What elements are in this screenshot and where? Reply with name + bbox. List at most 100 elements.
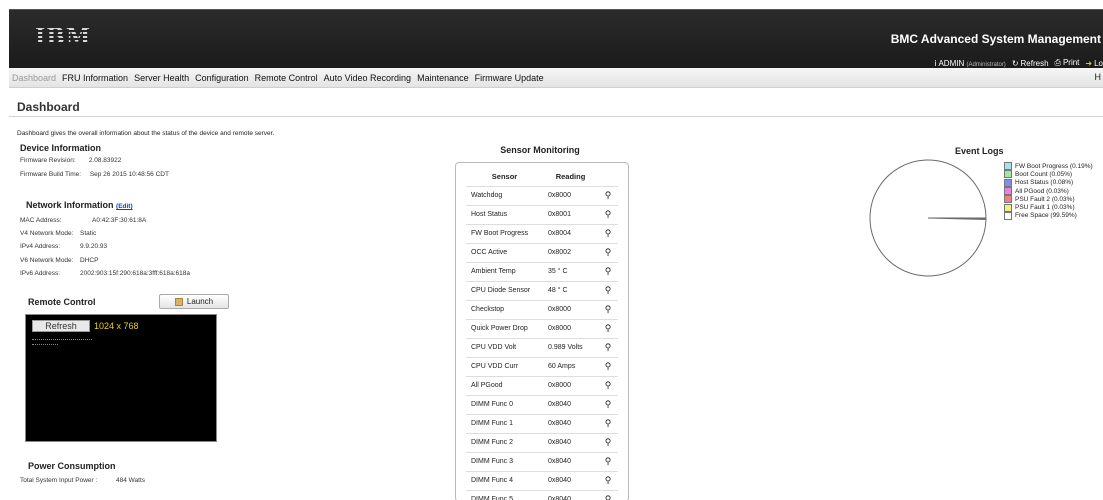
sensor-detail-magnifier-icon[interactable]: ⚲ bbox=[598, 299, 618, 319]
sensor-row: Watchdog 0x8000 ⚲ bbox=[466, 185, 618, 205]
sensor-reading: 60 Amps bbox=[543, 356, 598, 376]
ibm-logo: IBM bbox=[35, 24, 92, 50]
sensor-detail-magnifier-icon[interactable]: ⚲ bbox=[598, 223, 618, 243]
sensor-detail-magnifier-icon[interactable]: ⚲ bbox=[598, 413, 618, 433]
sensor-detail-magnifier-icon[interactable]: ⚲ bbox=[598, 394, 618, 414]
console-resolution: 1024 x 768 bbox=[94, 321, 139, 331]
power-value: 484 Watts bbox=[116, 477, 146, 484]
sensor-row: FW Boot Progress 0x8004 ⚲ bbox=[466, 223, 618, 243]
sensor-name: DIMM Func 4 bbox=[466, 470, 543, 490]
network-heading-text: Network Information bbox=[26, 200, 114, 210]
sensor-detail-magnifier-icon[interactable]: ⚲ bbox=[598, 489, 618, 500]
sensor-table: Sensor Reading Watchdog 0x8000 ⚲ Host Statu… bbox=[466, 167, 618, 500]
nav-auto-video-recording[interactable]: Auto Video Recording bbox=[321, 73, 414, 83]
sensor-reading: 0x8040 bbox=[543, 413, 598, 433]
legend-item: FW Boot Progress (0.19%) bbox=[1004, 162, 1093, 171]
refresh-label: Refresh bbox=[1020, 58, 1049, 68]
sensor-reading: 0x8040 bbox=[543, 394, 598, 414]
sensor-reading: 0x8000 bbox=[543, 185, 598, 205]
sensor-name: OCC Active bbox=[466, 242, 543, 262]
sensor-name: Checkstop bbox=[466, 299, 543, 319]
ipv6-row: IPv6 Address: 2002:903:15f:290:618a:3fff:… bbox=[20, 270, 190, 277]
sensor-reading: 0x8000 bbox=[543, 375, 598, 395]
app-title: BMC Advanced System Management bbox=[890, 32, 1101, 46]
sensor-reading: 0x8001 bbox=[543, 204, 598, 224]
network-info-heading: Network Information (Edit) bbox=[26, 200, 133, 210]
legend-swatch bbox=[1004, 178, 1012, 187]
nav-maintenance[interactable]: Maintenance bbox=[414, 73, 472, 83]
sensor-reading: 48 ° C bbox=[543, 280, 598, 300]
sensor-detail-magnifier-icon[interactable]: ⚲ bbox=[598, 261, 618, 281]
sensor-row: DIMM Func 0 0x8040 ⚲ bbox=[466, 394, 618, 414]
sensor-detail-magnifier-icon[interactable]: ⚲ bbox=[598, 337, 618, 357]
console-text-line bbox=[32, 339, 92, 340]
sensor-reading: 0x8004 bbox=[543, 223, 598, 243]
event-log-legend: FW Boot Progress (0.19%) Boot Count (0.05… bbox=[1004, 162, 1093, 220]
logout-link[interactable]: ➜ Lo bbox=[1085, 59, 1103, 68]
sensor-row: DIMM Func 2 0x8040 ⚲ bbox=[466, 432, 618, 452]
nav-configuration[interactable]: Configuration bbox=[192, 73, 252, 83]
legend-label: Boot Count (0.05%) bbox=[1015, 170, 1073, 178]
sensor-row: CPU VDD Curr 60 Amps ⚲ bbox=[466, 356, 618, 376]
sensor-detail-magnifier-icon[interactable]: ⚲ bbox=[598, 204, 618, 224]
ipv4-label: IPv4 Address: bbox=[20, 243, 61, 250]
title-divider bbox=[9, 116, 1103, 117]
fw-build-time-row: Firmware Build Time: Sep 26 2015 10:48:5… bbox=[20, 171, 169, 178]
sensor-name: Ambient Temp bbox=[466, 261, 543, 281]
ipv6-label: IPv6 Address: bbox=[20, 270, 61, 277]
sensor-monitoring-heading: Sensor Monitoring bbox=[500, 145, 580, 155]
print-icon: ⎙ bbox=[1054, 58, 1061, 67]
legend-item: All PGood (0.03%) bbox=[1004, 187, 1093, 196]
fw-revision-row: Firmware Revision: 2.08.83922 bbox=[20, 157, 121, 164]
sensor-reading: 0x8000 bbox=[543, 318, 598, 338]
remote-control-heading: Remote Control bbox=[28, 297, 96, 307]
nav-fru-information[interactable]: FRU Information bbox=[59, 73, 131, 83]
remote-console-preview[interactable]: Refresh 1024 x 768 bbox=[25, 314, 217, 442]
user-icon: ⅰ bbox=[934, 58, 937, 68]
legend-label: FW Boot Progress (0.19%) bbox=[1015, 162, 1093, 170]
nav-server-health[interactable]: Server Health bbox=[131, 73, 192, 83]
legend-item: Boot Count (0.05%) bbox=[1004, 170, 1093, 179]
legend-item: Host Status (0.08%) bbox=[1004, 178, 1093, 187]
sensor-name: CPU Diode Sensor bbox=[466, 280, 543, 300]
launch-icon bbox=[174, 297, 183, 306]
sensor-row: DIMM Func 1 0x8040 ⚲ bbox=[466, 413, 618, 433]
sensor-reading: 0x8040 bbox=[543, 451, 598, 471]
nav-firmware-update[interactable]: Firmware Update bbox=[472, 73, 547, 83]
sensor-detail-magnifier-icon[interactable]: ⚲ bbox=[598, 451, 618, 471]
nav-dashboard[interactable]: Dashboard bbox=[9, 73, 59, 83]
legend-item: Free Space (99.59%) bbox=[1004, 211, 1093, 220]
sensor-reading: 0x8040 bbox=[543, 470, 598, 490]
launch-button[interactable]: Launch bbox=[159, 294, 229, 309]
sensor-detail-magnifier-icon[interactable]: ⚲ bbox=[598, 432, 618, 452]
fw-revision-label: Firmware Revision: bbox=[20, 157, 76, 164]
sensor-row: Checkstop 0x8000 ⚲ bbox=[466, 299, 618, 319]
page-intro: Dashboard gives the overall information … bbox=[17, 130, 275, 137]
sensor-detail-magnifier-icon[interactable]: ⚲ bbox=[598, 470, 618, 490]
sensor-reading: 0x8002 bbox=[543, 242, 598, 262]
sensor-row: OCC Active 0x8002 ⚲ bbox=[466, 242, 618, 262]
console-refresh-button[interactable]: Refresh bbox=[32, 320, 90, 332]
sensor-detail-magnifier-icon[interactable]: ⚲ bbox=[598, 375, 618, 395]
fw-build-time-label: Firmware Build Time: bbox=[20, 171, 82, 178]
legend-label: All PGood (0.03%) bbox=[1015, 187, 1069, 195]
ipv4-value: 9.9.20.93 bbox=[80, 243, 108, 250]
sensor-detail-magnifier-icon[interactable]: ⚲ bbox=[598, 242, 618, 262]
v6mode-row: V6 Network Mode: DHCP bbox=[20, 257, 98, 264]
power-heading: Power Consumption bbox=[28, 461, 116, 471]
sensor-reading: 0.989 Volts bbox=[543, 337, 598, 357]
sensor-detail-magnifier-icon[interactable]: ⚲ bbox=[598, 318, 618, 338]
nav-remote-control[interactable]: Remote Control bbox=[252, 73, 321, 83]
logout-icon: ➜ bbox=[1085, 58, 1093, 68]
legend-swatch bbox=[1004, 162, 1012, 171]
help-link[interactable]: H bbox=[1095, 72, 1102, 82]
sensor-name: Quick Power Drop bbox=[466, 318, 543, 338]
sensor-detail-magnifier-icon[interactable]: ⚲ bbox=[598, 356, 618, 376]
refresh-link[interactable]: ↻ Refresh bbox=[1012, 59, 1049, 68]
print-link[interactable]: ⎙ Print bbox=[1055, 58, 1080, 68]
sensor-detail-magnifier-icon[interactable]: ⚲ bbox=[598, 280, 618, 300]
sensor-panel: Sensor Reading Watchdog 0x8000 ⚲ Host Statu… bbox=[455, 162, 629, 500]
sensor-detail-magnifier-icon[interactable]: ⚲ bbox=[598, 185, 618, 205]
network-edit-link[interactable]: (Edit) bbox=[116, 203, 133, 210]
reading-column-header: Reading bbox=[543, 167, 598, 187]
